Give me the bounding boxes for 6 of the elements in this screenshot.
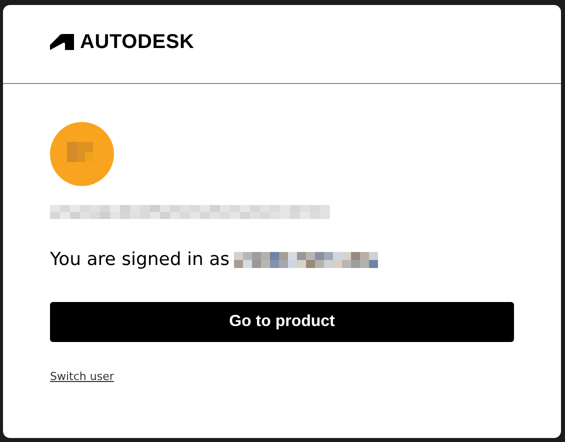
- logo-text: AUTODESK: [80, 30, 194, 54]
- go-to-product-button[interactable]: Go to product: [50, 302, 514, 342]
- signed-in-text: You are signed in as: [50, 249, 230, 270]
- avatar-icon: [50, 122, 114, 186]
- switch-user-link[interactable]: Switch user: [50, 370, 114, 383]
- logo-icon: [50, 34, 74, 50]
